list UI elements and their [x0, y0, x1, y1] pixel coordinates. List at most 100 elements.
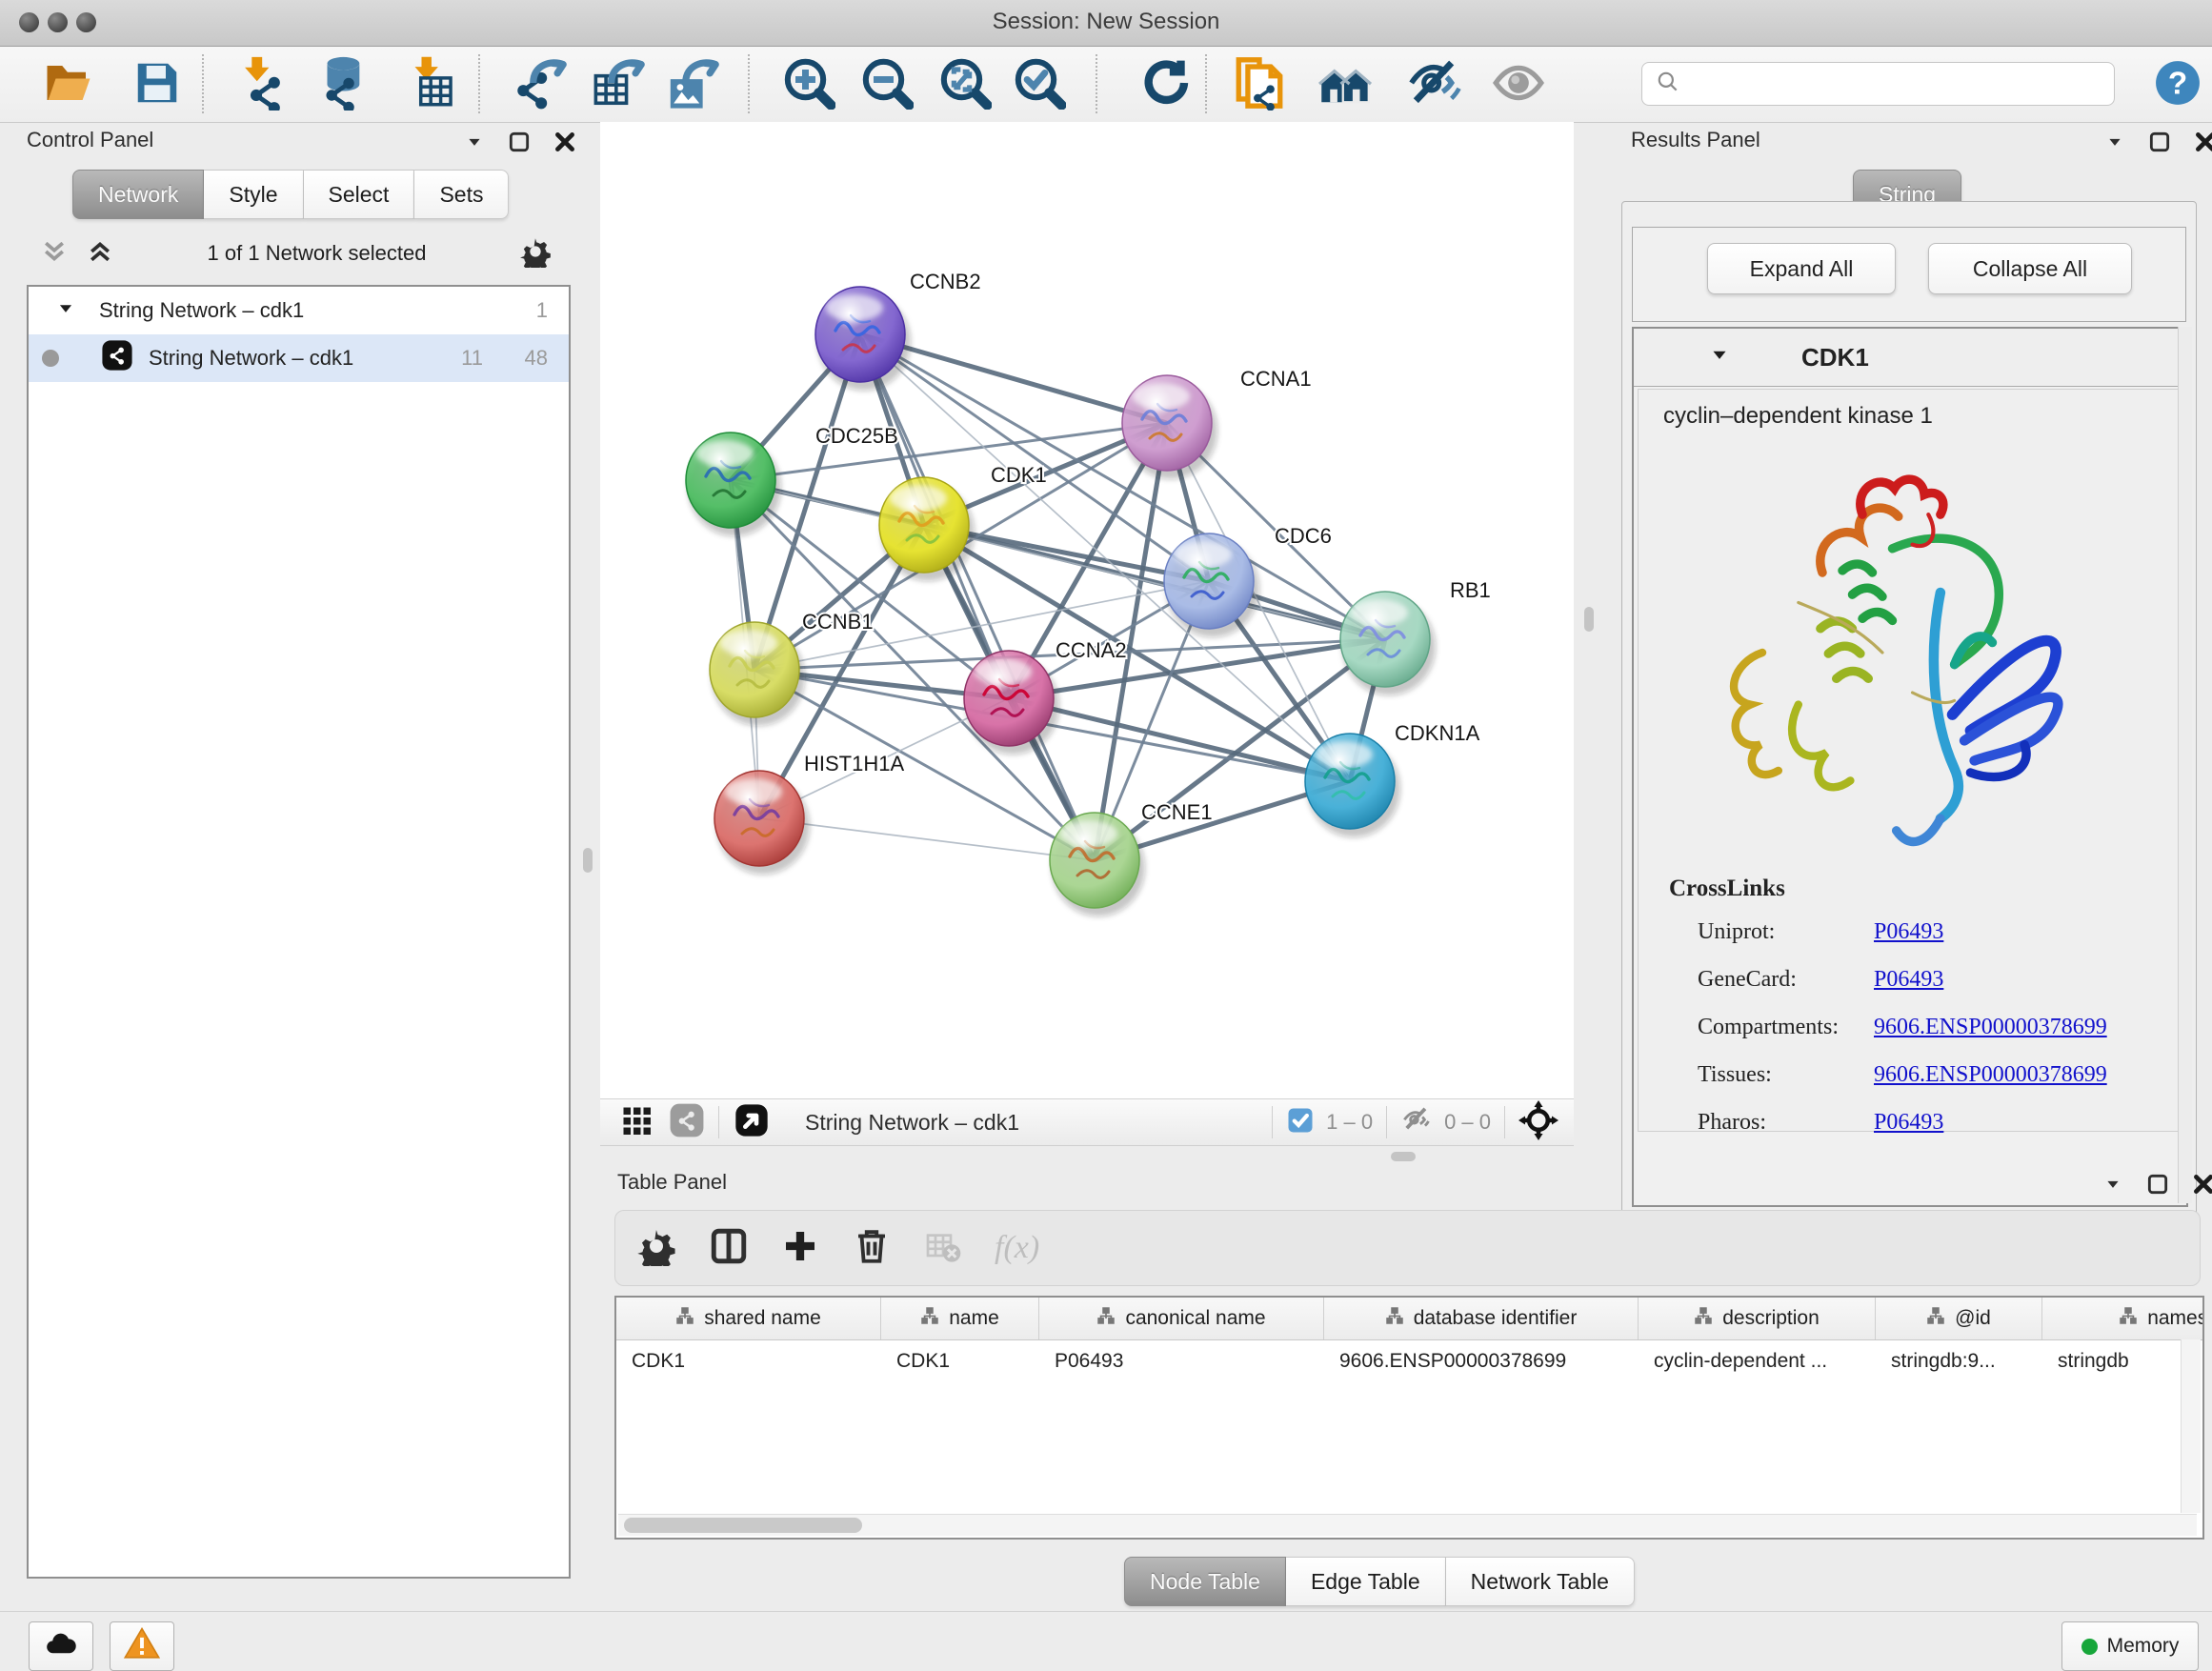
column-type-icon [1385, 1306, 1404, 1331]
refresh-button[interactable] [1135, 56, 1194, 113]
column-header-databaseidentifier[interactable]: database identifier [1324, 1298, 1639, 1339]
cell[interactable]: P06493 [1039, 1340, 1324, 1382]
node-CCNB2[interactable] [815, 287, 911, 391]
cell[interactable]: 9606.ENSP00000378699 [1324, 1340, 1639, 1382]
crosslink-value-link[interactable]: P06493 [1874, 1110, 1943, 1135]
table-panel-close-icon[interactable] [2191, 1172, 2212, 1201]
import-network-database-button[interactable] [312, 56, 371, 113]
results-panel-float-icon[interactable] [2103, 134, 2126, 155]
tab-sets[interactable]: Sets [414, 170, 509, 219]
save-session-button[interactable] [128, 56, 187, 113]
expand-all-icon[interactable] [86, 237, 114, 271]
node-CDC6[interactable] [1164, 534, 1259, 637]
search-input[interactable] [1690, 66, 2114, 102]
search-field[interactable] [1641, 62, 2115, 106]
crosslink-value-link[interactable]: 9606.ENSP00000378699 [1874, 1015, 2107, 1039]
results-panel-maximize-icon[interactable] [2147, 130, 2172, 159]
node-CDC25B[interactable] [686, 433, 781, 536]
zoom-selected-button[interactable] [1010, 56, 1069, 113]
table-row[interactable]: CDK1CDK1P064939606.ENSP00000378699cyclin… [616, 1340, 2202, 1382]
network-graph[interactable]: CCNB2CCNA1CDC25BCDK1CDC6RB1CCNB1CCNA2CDK… [600, 122, 1574, 1098]
open-in-window-icon[interactable] [733, 1101, 771, 1144]
network-row-selected[interactable]: String Network – cdk1 11 48 [29, 334, 569, 382]
import-table-button[interactable] [400, 56, 459, 113]
bottom-splitter-handle[interactable] [1391, 1152, 1416, 1161]
table-vertical-scrollbar[interactable] [2181, 1339, 2201, 1513]
export-network-icon [513, 55, 568, 115]
results-vertical-scrollbar[interactable] [2178, 327, 2192, 1203]
column-header-description[interactable]: description [1639, 1298, 1876, 1339]
tab-select[interactable]: Select [304, 170, 415, 219]
show-columns-icon[interactable] [709, 1226, 749, 1271]
zoom-out-button[interactable] [857, 56, 916, 113]
column-header-sharedname[interactable]: shared name [616, 1298, 881, 1339]
column-header-namespace[interactable]: namespace [2042, 1298, 2204, 1339]
edge-CCNB2-CCNE1[interactable] [860, 334, 1095, 860]
zoom-in-button[interactable] [779, 56, 838, 113]
node-HIST1H1A[interactable] [714, 771, 810, 875]
expand-all-button[interactable]: Expand All [1707, 243, 1896, 294]
zoom-fit-button[interactable] [935, 56, 995, 113]
cloud-services-button[interactable] [29, 1621, 93, 1671]
crosslink-value-link[interactable]: 9606.ENSP00000378699 [1874, 1062, 2107, 1087]
gene-card-header[interactable]: CDK1 [1634, 329, 2186, 387]
node-CCNA1[interactable] [1122, 375, 1217, 479]
node-CCNE1[interactable] [1050, 813, 1145, 916]
delete-column-icon[interactable] [852, 1226, 892, 1271]
right-splitter-handle[interactable] [1584, 607, 1594, 632]
birdseye-grid-icon[interactable] [619, 1103, 654, 1142]
cell[interactable]: stringdb:9... [1876, 1340, 2042, 1382]
control-panel-close-icon[interactable] [553, 130, 577, 159]
table-panel-float-icon[interactable] [2101, 1177, 2124, 1198]
control-panel-float-icon[interactable] [463, 134, 486, 155]
memory-button[interactable]: Memory [2061, 1621, 2199, 1671]
share-document-button[interactable] [1230, 56, 1289, 113]
column-header-canonicalname[interactable]: canonical name [1039, 1298, 1324, 1339]
warnings-button[interactable] [110, 1621, 174, 1671]
selected-checkbox-icon[interactable] [1286, 1106, 1315, 1139]
crosslink-value-link[interactable]: P06493 [1874, 919, 1943, 944]
node-RB1[interactable] [1340, 592, 1436, 695]
left-splitter-handle[interactable] [583, 848, 593, 873]
cell[interactable]: cyclin-dependent ... [1639, 1340, 1876, 1382]
show-all-button[interactable] [1489, 56, 1548, 113]
node-CDK1[interactable] [879, 477, 975, 581]
gene-description: cyclin–dependent kinase 1 [1663, 403, 1933, 430]
export-network-button[interactable] [511, 56, 570, 113]
fit-selection-crosshair-icon[interactable] [1518, 1100, 1558, 1145]
table-panel-maximize-icon[interactable] [2145, 1172, 2170, 1201]
crosslink-value-link[interactable]: P06493 [1874, 967, 1943, 992]
node-CDKN1A[interactable] [1305, 734, 1400, 837]
export-table-button[interactable] [589, 56, 648, 113]
network-list: String Network – cdk1 1 String Network –… [27, 285, 571, 1579]
tab-network[interactable]: Network [72, 170, 204, 219]
collapse-all-button[interactable]: Collapse All [1928, 243, 2132, 294]
column-header-id[interactable]: @id [1876, 1298, 2042, 1339]
tab-node-table[interactable]: Node Table [1124, 1557, 1286, 1606]
tab-style[interactable]: Style [204, 170, 303, 219]
cell[interactable]: CDK1 [881, 1340, 1039, 1382]
add-column-icon[interactable] [781, 1227, 819, 1270]
collapse-all-icon[interactable] [40, 237, 69, 271]
cell[interactable]: CDK1 [616, 1340, 881, 1382]
scrollbar-thumb[interactable] [624, 1518, 862, 1533]
network-collection-row[interactable]: String Network – cdk1 1 [29, 287, 569, 334]
open-session-button[interactable] [39, 56, 98, 113]
tab-network-table[interactable]: Network Table [1446, 1557, 1635, 1606]
tab-edge-table[interactable]: Edge Table [1286, 1557, 1446, 1606]
results-panel-close-icon[interactable] [2193, 130, 2212, 159]
caret-down-icon[interactable] [53, 298, 78, 323]
caret-down-icon[interactable] [1706, 346, 1733, 370]
column-header-name[interactable]: name [881, 1298, 1039, 1339]
string-home-button[interactable] [1316, 56, 1375, 113]
help-button[interactable]: ? [2148, 56, 2207, 113]
hide-selected-button[interactable] [1404, 56, 1463, 113]
hidden-eye-slash-icon[interactable] [1400, 1105, 1433, 1139]
network-options-gear-icon[interactable] [519, 235, 552, 272]
import-network-file-button[interactable] [234, 56, 293, 113]
table-settings-gear-icon[interactable] [636, 1226, 676, 1271]
network-canvas[interactable]: CCNB2CCNA1CDC25BCDK1CDC6RB1CCNB1CCNA2CDK… [600, 122, 1574, 1098]
table-horizontal-scrollbar[interactable] [618, 1514, 2197, 1536]
control-panel-maximize-icon[interactable] [507, 130, 532, 159]
export-image-button[interactable] [663, 56, 722, 113]
